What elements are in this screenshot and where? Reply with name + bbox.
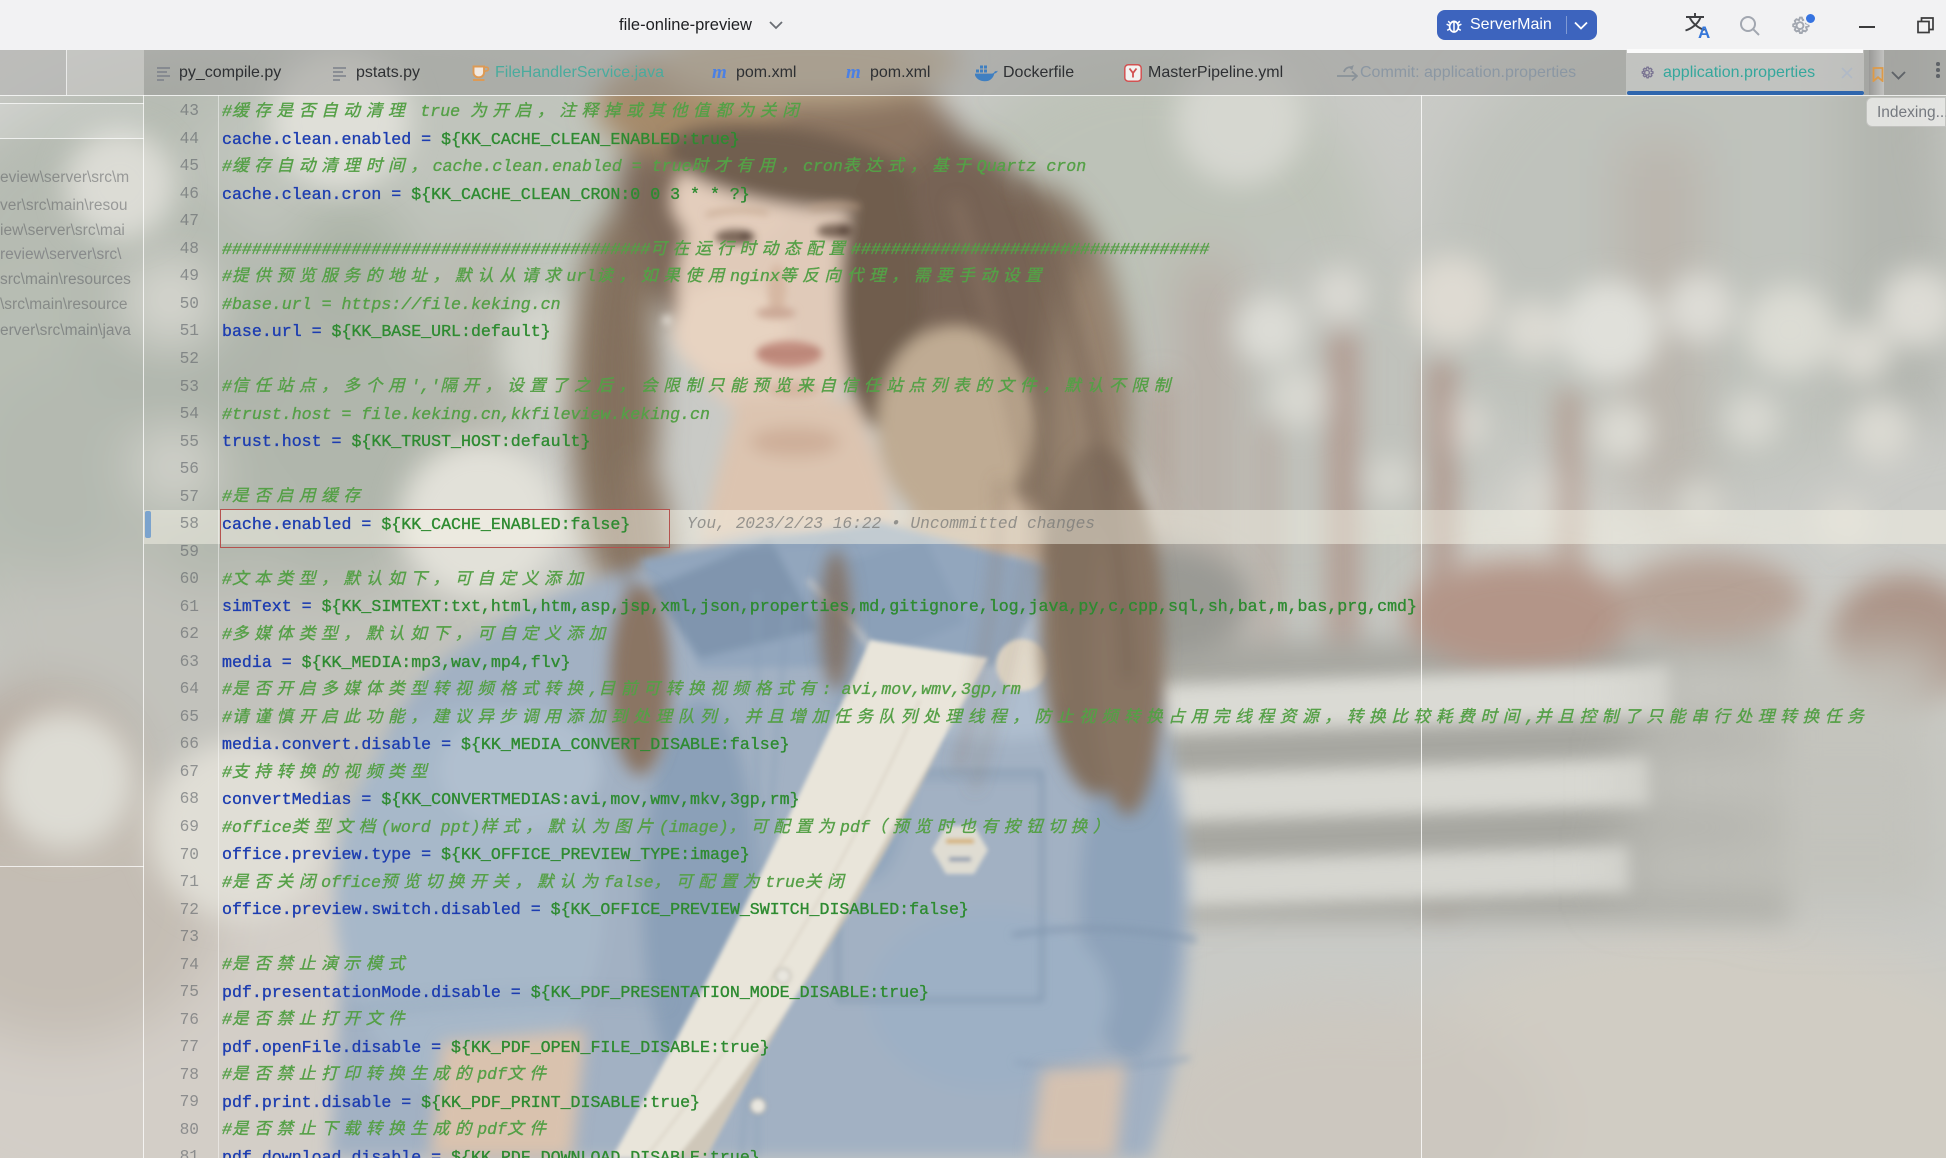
svg-text:A: A — [1698, 23, 1710, 40]
